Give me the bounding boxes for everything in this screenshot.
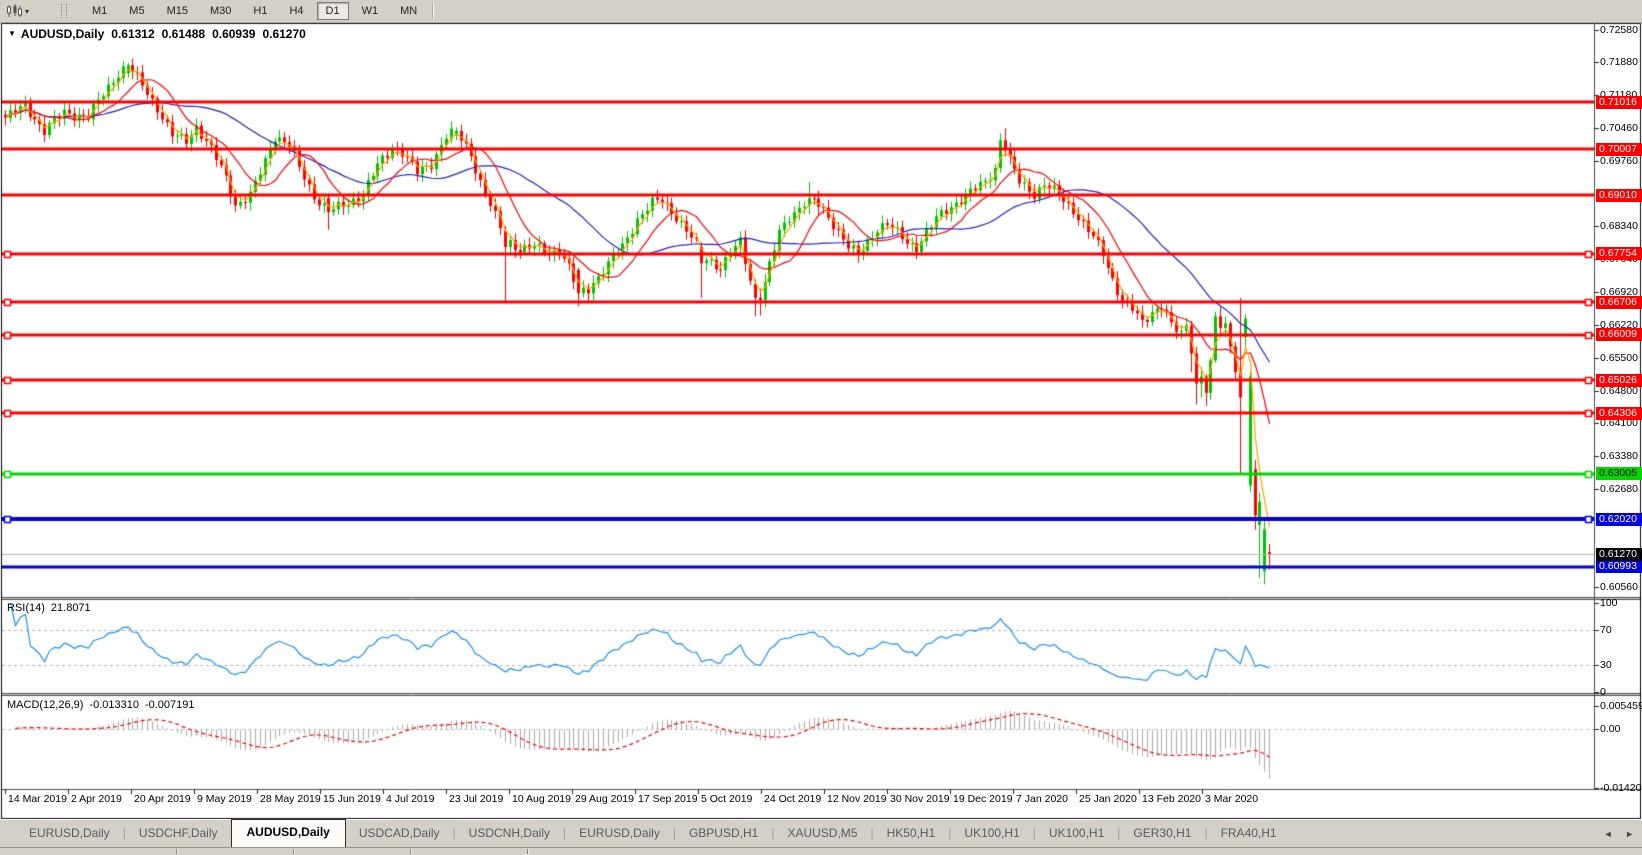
rsi-axis-tick: 70 bbox=[1600, 624, 1612, 636]
macd-axis-tick: -0.014204 bbox=[1600, 782, 1642, 794]
status-separator bbox=[527, 849, 529, 854]
rsi-axis-tick: 100 bbox=[1600, 597, 1618, 609]
date-axis-label: 12 Nov 2019 bbox=[827, 793, 887, 805]
date-axis-label: 3 Mar 2020 bbox=[1205, 793, 1258, 805]
price-level-badge: 0.65026 bbox=[1596, 374, 1642, 387]
price-axis-tick: 0.72580 bbox=[1600, 24, 1638, 36]
chart-open-value: 0.61312 bbox=[111, 27, 154, 41]
timeframe-button-m15[interactable]: M15 bbox=[158, 2, 197, 20]
chart-tab-xauusd-7[interactable]: XAUUSD,M5 bbox=[774, 821, 870, 847]
chart-tab-uk100-10[interactable]: UK100,H1 bbox=[1036, 821, 1117, 847]
date-axis-label: 17 Sep 2019 bbox=[638, 793, 698, 805]
date-axis-label: 28 May 2019 bbox=[260, 793, 321, 805]
date-axis-label: 14 Mar 2019 bbox=[8, 793, 67, 805]
chart-symbol-period: AUDUSD,Daily bbox=[21, 27, 104, 41]
timeframe-button-h4[interactable]: H4 bbox=[280, 2, 312, 20]
rsi-label: RSI(14) 21.8071 bbox=[7, 602, 91, 614]
timeframe-button-w1[interactable]: W1 bbox=[353, 2, 388, 20]
timeframe-button-m30[interactable]: M30 bbox=[201, 2, 240, 20]
macd-axis-tick: 0.00 bbox=[1600, 723, 1620, 735]
chart-close-value: 0.61270 bbox=[262, 27, 305, 41]
chart-tab-bar: EURUSD,Daily|USDCHF,DailyAUDUSD,DailyUSD… bbox=[0, 819, 1642, 847]
chart-low-value: 0.60939 bbox=[212, 27, 255, 41]
date-axis-label: 10 Aug 2019 bbox=[512, 793, 571, 805]
date-axis-label: 24 Oct 2019 bbox=[764, 793, 821, 805]
date-axis-label: 7 Jan 2020 bbox=[1016, 793, 1068, 805]
price-axis-tick: 0.70460 bbox=[1600, 122, 1638, 134]
chart-type-dropdown-icon[interactable]: ▾ bbox=[25, 7, 29, 16]
timeframe-button-m1[interactable]: M1 bbox=[83, 2, 116, 20]
date-axis-label: 19 Dec 2019 bbox=[953, 793, 1013, 805]
price-level-badge: 0.62020 bbox=[1596, 513, 1642, 526]
date-axis-label: 9 May 2019 bbox=[197, 793, 252, 805]
price-level-badge: 0.64306 bbox=[1596, 407, 1642, 420]
chart-tab-usdcad-3[interactable]: USDCAD,Daily bbox=[346, 821, 453, 847]
chart-tab-ger30-11[interactable]: GER30,H1 bbox=[1120, 821, 1204, 847]
price-axis-tick: 0.63380 bbox=[1600, 450, 1638, 462]
date-axis-label: 20 Apr 2019 bbox=[134, 793, 191, 805]
date-axis-label: 5 Oct 2019 bbox=[701, 793, 752, 805]
chart-tab-usdchf-1[interactable]: USDCHF,Daily bbox=[126, 821, 231, 847]
date-axis-label: 2 Apr 2019 bbox=[71, 793, 122, 805]
date-axis-label: 23 Jul 2019 bbox=[449, 793, 503, 805]
date-axis-label: 4 Jul 2019 bbox=[386, 793, 434, 805]
rsi-axis-tick: 30 bbox=[1600, 659, 1612, 671]
price-axis-tick: 0.62680 bbox=[1600, 483, 1638, 495]
chart-menu-icon[interactable]: ▼ bbox=[8, 29, 16, 38]
date-axis-label: 25 Jan 2020 bbox=[1079, 793, 1137, 805]
price-level-badge: 0.71016 bbox=[1596, 96, 1642, 109]
price-level-badge: 0.70007 bbox=[1596, 143, 1642, 156]
price-axis-tick: 0.65500 bbox=[1600, 352, 1638, 364]
price-level-badge: 0.66706 bbox=[1596, 296, 1642, 309]
date-axis-label: 15 Jun 2019 bbox=[323, 793, 381, 805]
price-axis-tick: 0.60560 bbox=[1600, 581, 1638, 593]
price-level-badge: 0.63005 bbox=[1596, 467, 1642, 480]
status-separator bbox=[410, 849, 412, 854]
timeframe-button-h1[interactable]: H1 bbox=[244, 2, 276, 20]
price-axis-tick: 0.71880 bbox=[1600, 56, 1638, 68]
macd-label: MACD(12,26,9) -0.013310 -0.007191 bbox=[7, 699, 195, 711]
chart-tab-fra40-12[interactable]: FRA40,H1 bbox=[1208, 821, 1290, 847]
chart-title: ▼ AUDUSD,Daily 0.61312 0.61488 0.60939 0.6127… bbox=[8, 27, 306, 41]
price-level-badge: 0.66009 bbox=[1596, 328, 1642, 341]
toolbar: ▾ M1M5 M15M30H1H4 D1W1MN bbox=[0, 0, 1642, 23]
rsi-axis-tick: 0 bbox=[1600, 686, 1606, 698]
date-axis-label: 13 Feb 2020 bbox=[1142, 793, 1201, 805]
macd-axis-tick: 0.005459 bbox=[1600, 700, 1642, 712]
chart-tab-eurusd-0[interactable]: EURUSD,Daily bbox=[16, 821, 123, 847]
chart-canvas[interactable] bbox=[0, 0, 1642, 854]
rsi-value: 21.8071 bbox=[51, 602, 91, 614]
price-axis-tick: 0.68340 bbox=[1600, 220, 1638, 232]
macd-main-value: -0.013310 bbox=[89, 699, 139, 711]
tab-scroll-right-icon[interactable]: ► bbox=[1625, 829, 1634, 839]
date-axis-label: 29 Aug 2019 bbox=[575, 793, 634, 805]
chart-high-value: 0.61488 bbox=[162, 27, 205, 41]
timeframe-button-m5[interactable]: M5 bbox=[120, 2, 153, 20]
chart-tab-hk50-8[interactable]: HK50,H1 bbox=[874, 821, 949, 847]
current-price-badge: 0.61270 bbox=[1596, 548, 1642, 561]
chart-tab-uk100-9[interactable]: UK100,H1 bbox=[951, 821, 1032, 847]
price-axis-tick: 0.69760 bbox=[1600, 155, 1638, 167]
chart-tab-usdcnh-4[interactable]: USDCNH,Daily bbox=[456, 821, 563, 847]
date-axis-label: 30 Nov 2019 bbox=[890, 793, 950, 805]
candlestick-chart-icon[interactable] bbox=[4, 3, 24, 19]
tab-scroll-arrows: ◄ ► bbox=[1594, 829, 1634, 839]
toolbar-separator bbox=[432, 3, 434, 19]
status-separator bbox=[176, 849, 178, 854]
chart-tab-audusd-2[interactable]: AUDUSD,Daily bbox=[231, 819, 346, 847]
price-level-badge: 0.60993 bbox=[1596, 560, 1642, 573]
rsi-name: RSI(14) bbox=[7, 602, 45, 614]
macd-name: MACD(12,26,9) bbox=[7, 699, 83, 711]
timeframe-button-mn[interactable]: MN bbox=[391, 2, 426, 20]
price-level-badge: 0.67754 bbox=[1596, 247, 1642, 260]
chart-tab-gbpusd-6[interactable]: GBPUSD,H1 bbox=[676, 821, 771, 847]
toolbar-grip[interactable] bbox=[61, 4, 67, 18]
chart-tab-eurusd-5[interactable]: EURUSD,Daily bbox=[566, 821, 673, 847]
timeframe-button-d1[interactable]: D1 bbox=[317, 2, 349, 20]
status-separator bbox=[293, 849, 295, 854]
price-level-badge: 0.69010 bbox=[1596, 189, 1642, 202]
macd-signal-value: -0.007191 bbox=[145, 699, 195, 711]
tab-scroll-left-icon[interactable]: ◄ bbox=[1604, 829, 1613, 839]
